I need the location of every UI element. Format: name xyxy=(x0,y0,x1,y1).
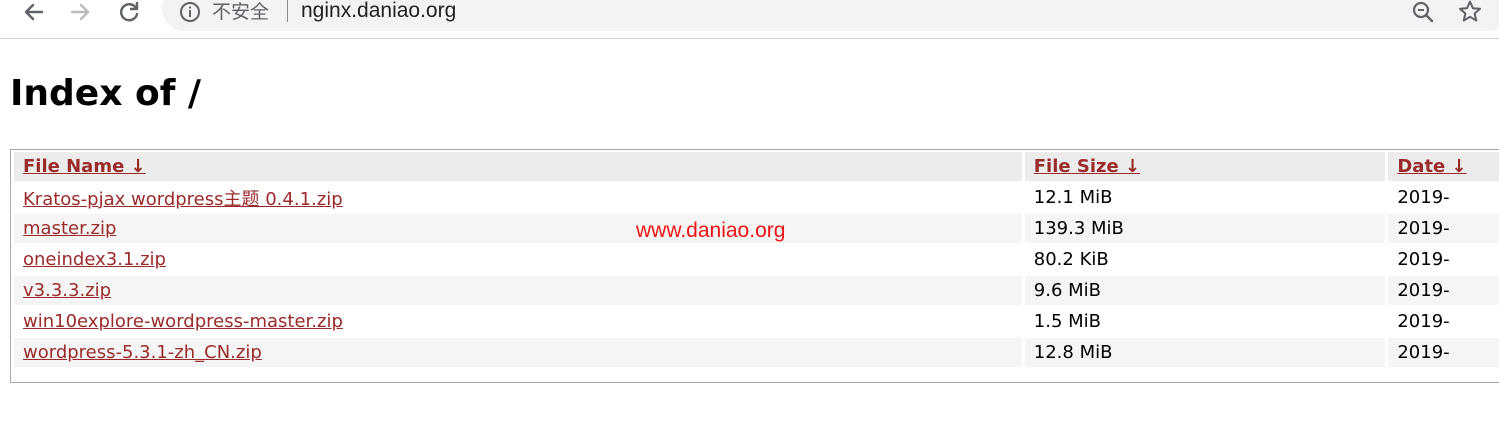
file-link[interactable]: Kratos-pjax wordpress主题 0.4.1.zip xyxy=(23,189,343,210)
file-date-cell: 2019- xyxy=(1388,214,1499,243)
file-name-cell: v3.3.3.zip xyxy=(14,276,1022,305)
security-label[interactable]: 不安全 xyxy=(212,0,269,24)
file-date-cell: 2019- xyxy=(1388,338,1499,367)
browser-toolbar: 不安全 nginx.daniao.org xyxy=(0,0,1499,39)
file-link[interactable]: v3.3.3.zip xyxy=(23,280,111,301)
file-date-cell: 2019- xyxy=(1397,311,1450,332)
file-name-cell: win10explore-wordpress-master.zip xyxy=(14,307,1022,336)
url-text[interactable]: nginx.daniao.org xyxy=(301,0,456,24)
file-size-cell: 80.2 KiB xyxy=(1033,249,1109,270)
star-icon[interactable] xyxy=(1456,0,1484,26)
watermark-text: www.daniao.org xyxy=(636,219,786,242)
table-header-row: File Name ↓ File Size ↓ Date ↓ xyxy=(14,152,1499,181)
table-row: win10explore-wordpress-master.zip 1.5 Mi… xyxy=(14,307,1499,336)
file-name-cell: wordpress-5.3.1-zh_CN.zip xyxy=(14,338,1022,367)
file-size-cell: 1.5 MiB xyxy=(1033,311,1101,332)
file-size-cell: 12.1 MiB xyxy=(1033,187,1113,208)
file-link[interactable]: win10explore-wordpress-master.zip xyxy=(23,311,343,332)
sort-by-name-link[interactable]: File Name ↓ xyxy=(23,156,146,177)
reload-icon[interactable] xyxy=(114,0,144,27)
table-row: oneindex3.1.zip 80.2 KiB 2019- xyxy=(14,245,1499,274)
file-listing-table: File Name ↓ File Size ↓ Date ↓ Kratos-pj… xyxy=(10,149,1499,383)
file-name-cell: oneindex3.1.zip xyxy=(14,245,1022,274)
table-row: Kratos-pjax wordpress主题 0.4.1.zip 12.1 M… xyxy=(14,183,1499,212)
sort-by-date-link[interactable]: Date ↓ xyxy=(1397,156,1466,177)
file-size-cell: 139.3 MiB xyxy=(1024,214,1386,243)
table-row: wordpress-5.3.1-zh_CN.zip 12.8 MiB 2019- xyxy=(14,338,1499,367)
file-link[interactable]: oneindex3.1.zip xyxy=(23,249,166,270)
address-separator xyxy=(287,0,288,22)
file-link[interactable]: wordpress-5.3.1-zh_CN.zip xyxy=(23,342,262,363)
file-date-cell: 2019- xyxy=(1397,187,1450,208)
file-size-cell: 9.6 MiB xyxy=(1024,276,1386,305)
zoom-icon[interactable] xyxy=(1409,0,1437,26)
file-link[interactable]: master.zip xyxy=(23,218,116,239)
column-header-date: Date ↓ xyxy=(1388,152,1499,181)
sort-by-size-link[interactable]: File Size ↓ xyxy=(1034,156,1140,177)
info-icon[interactable] xyxy=(178,0,202,24)
file-date-cell: 2019- xyxy=(1397,249,1450,270)
forward-arrow-icon[interactable] xyxy=(66,0,96,27)
page-title: Index of / xyxy=(10,73,202,114)
column-header-name: File Name ↓ xyxy=(14,152,1022,181)
table-row: v3.3.3.zip 9.6 MiB 2019- xyxy=(14,276,1499,305)
file-name-cell: master.zip xyxy=(14,214,1022,243)
column-header-size: File Size ↓ xyxy=(1024,152,1386,181)
file-date-cell: 2019- xyxy=(1388,276,1499,305)
file-size-cell: 12.8 MiB xyxy=(1024,338,1386,367)
file-name-cell: Kratos-pjax wordpress主题 0.4.1.zip xyxy=(14,183,1022,212)
back-arrow-icon[interactable] xyxy=(18,0,48,27)
